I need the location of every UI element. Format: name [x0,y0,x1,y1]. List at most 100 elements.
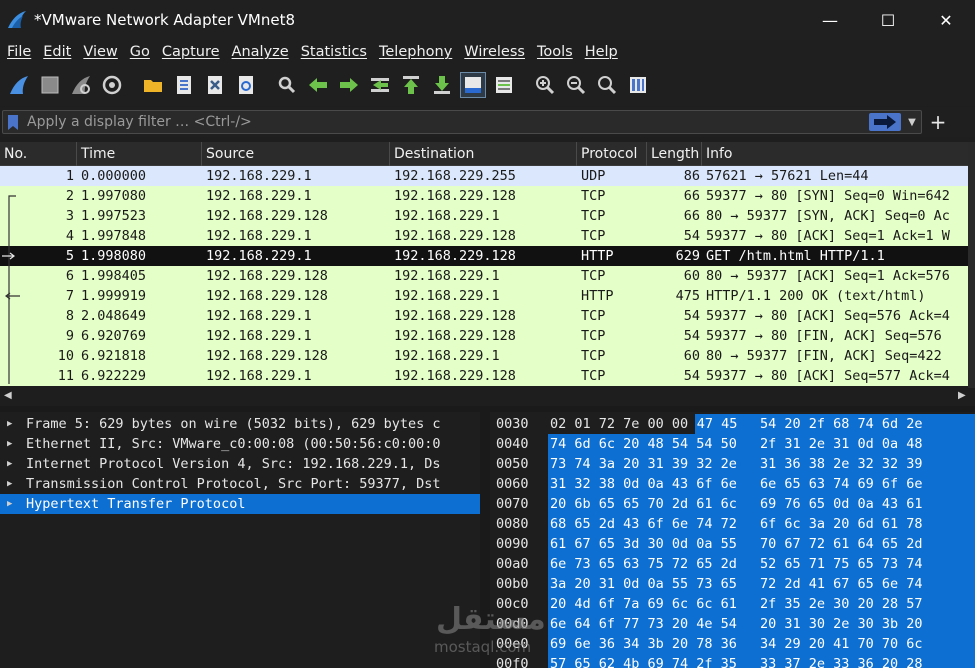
go-first-button[interactable] [398,72,424,98]
packet-row[interactable]: 2 1.997080 192.168.229.1 192.168.229.128 TCP… [0,186,968,206]
menu-analyze[interactable]: Analyze [227,44,294,60]
reload-file-button[interactable] [233,72,259,98]
packet-row[interactable]: 5 1.998080 192.168.229.1 192.168.229.128 HTT… [0,246,968,266]
packet-row[interactable]: 4 1.997848 192.168.229.1 192.168.229.128 TCP… [0,226,968,246]
detail-tree-item[interactable]: ▶ Ethernet II, Src: VMware_c0:00:08 (00:5… [0,434,480,454]
bytes-hex-highlight[interactable]: 72 2d 41 67 65 6e 74 [758,574,975,594]
zoom-normal-button[interactable] [594,72,620,98]
packet-row[interactable]: 10 6.921818 192.168.229.128 192.168.229.1 TC… [0,346,968,366]
packet-cell-proto: TCP [581,228,606,244]
column-time[interactable]: Time [77,142,202,166]
menu-edit[interactable]: Edit [38,44,76,60]
column-no[interactable]: No. [0,142,77,166]
expand-arrow-icon[interactable]: ▶ [7,454,12,474]
autoscroll-button[interactable] [460,72,486,98]
bytes-hex-highlight[interactable]: 73 74 3a 20 31 39 32 2e [548,454,758,474]
display-filter-input[interactable] [27,111,847,133]
go-forward-button[interactable] [336,72,362,98]
add-filter-button[interactable]: + [928,110,948,134]
packet-row[interactable]: 8 2.048649 192.168.229.1 192.168.229.128 TCP… [0,306,968,326]
packet-row[interactable]: 9 6.920769 192.168.229.1 192.168.229.128 TCP… [0,326,968,346]
restart-capture-button[interactable] [68,72,94,98]
bytes-hex-highlight[interactable]: 47 45 [694,414,758,434]
packet-row[interactable]: 11 6.922229 192.168.229.1 192.168.229.128 TC… [0,366,968,386]
bytes-hex-highlight[interactable]: 6e 65 63 74 69 6f 6e [758,474,975,494]
close-window-button[interactable]: ✕ [917,0,975,40]
menu-capture[interactable]: Capture [157,44,225,60]
find-packet-button[interactable] [274,72,300,98]
zoom-in-button[interactable] [532,72,558,98]
bytes-hex-highlight[interactable]: 6e 73 65 63 75 72 65 2d [548,554,758,574]
zoom-out-button[interactable] [563,72,589,98]
go-last-button[interactable] [429,72,455,98]
go-to-packet-button[interactable] [367,72,393,98]
column-protocol[interactable]: Protocol [577,142,647,166]
menu-file[interactable]: File [2,44,36,60]
expand-arrow-icon[interactable]: ▶ [7,494,12,514]
resize-columns-button[interactable] [625,72,651,98]
detail-tree-item[interactable]: ▶ Internet Protocol Version 4, Src: 192.1… [0,454,480,474]
packet-row[interactable]: 3 1.997523 192.168.229.128 192.168.229.1 TCP… [0,206,968,226]
packet-row[interactable]: 1 0.000000 192.168.229.1 192.168.229.255 UDP… [0,166,968,186]
bytes-hex-highlight[interactable]: 69 76 65 0d 0a 43 61 [758,494,975,514]
menu-go[interactable]: Go [125,44,155,60]
column-length[interactable]: Length [647,142,702,166]
column-source[interactable]: Source [202,142,390,166]
column-destination[interactable]: Destination [390,142,577,166]
colorize-button[interactable] [491,72,517,98]
bytes-hex-highlight[interactable]: 68 65 2d 43 6f 6e 74 72 [548,514,758,534]
stop-capture-button[interactable] [37,72,63,98]
bytes-hex-highlight[interactable]: 6e 64 6f 77 73 20 4e 54 [548,614,758,634]
packet-cell-time: 6.921818 [81,348,147,364]
menu-telephony[interactable]: Telephony [374,44,457,60]
go-back-button[interactable] [305,72,331,98]
bytes-hex-highlight[interactable]: 34 29 20 41 70 70 6c [758,634,975,654]
bytes-hex-highlight[interactable]: 33 37 2e 33 36 20 28 [758,654,975,668]
maximize-button[interactable]: ☐ [859,0,917,40]
menu-statistics[interactable]: Statistics [296,44,372,60]
detail-tree-item[interactable]: ▶ Hypertext Transfer Protocol [0,494,480,514]
detail-tree-item[interactable]: ▶ Transmission Control Protocol, Src Port… [0,474,480,494]
save-file-button[interactable] [171,72,197,98]
bytes-hex-highlight[interactable]: 2f 31 2e 31 0d 0a 48 [758,434,975,454]
bytes-hex-highlight[interactable]: 74 6d 6c 20 48 54 54 50 [548,434,758,454]
bytes-hex-highlight[interactable]: 20 31 30 2e 30 3b 20 [758,614,975,634]
packet-list-vertical-scrollbar[interactable] [968,142,975,388]
menu-view[interactable]: View [78,44,122,60]
expand-arrow-icon[interactable]: ▶ [7,414,12,434]
bytes-hex-highlight[interactable]: 69 6e 36 34 3b 20 78 36 [548,634,758,654]
bytes-hex-highlight[interactable]: 52 65 71 75 65 73 74 [758,554,975,574]
bytes-hex-highlight[interactable]: 70 67 72 61 64 65 2d [758,534,975,554]
expand-arrow-icon[interactable]: ▶ [7,434,12,454]
chevron-down-icon[interactable]: ▼ [905,114,919,130]
bytes-hex-highlight[interactable]: 2f 35 2e 30 20 28 57 [758,594,975,614]
capture-options-button[interactable] [99,72,125,98]
bytes-hex-highlight[interactable]: 57 65 62 4b 69 74 2f 35 [548,654,758,668]
detail-tree-item[interactable]: ▶ Frame 5: 629 bytes on wire (5032 bits),… [0,414,480,434]
packet-list-horizontal-scrollbar[interactable]: ◀ ▶ [0,388,975,406]
column-info[interactable]: Info [702,142,968,166]
bytes-hex-highlight[interactable]: 31 36 38 2e 32 32 39 [758,454,975,474]
resize-columns-icon [630,77,646,93]
bytes-hex-highlight[interactable]: 20 4d 6f 7a 69 6c 6c 61 [548,594,758,614]
apply-filter-button[interactable] [869,113,901,131]
bytes-hex-highlight[interactable]: 61 67 65 3d 30 0d 0a 55 [548,534,758,554]
packet-row[interactable]: 6 1.998405 192.168.229.128 192.168.229.1 TCP… [0,266,968,286]
scroll-right-icon[interactable]: ▶ [958,390,966,401]
menu-wireless[interactable]: Wireless [459,44,530,60]
bytes-hex-highlight[interactable]: 3a 20 31 0d 0a 55 73 65 [548,574,758,594]
scroll-left-icon[interactable]: ◀ [4,390,12,401]
bytes-hex-highlight[interactable]: 20 6b 65 65 70 2d 61 6c [548,494,758,514]
menu-help[interactable]: Help [580,44,623,60]
close-file-button[interactable] [202,72,228,98]
bytes-hex-highlight[interactable]: 54 20 2f 68 74 6d 2e [758,414,975,434]
open-file-button[interactable] [140,72,166,98]
packet-row[interactable]: 7 1.999919 192.168.229.128 192.168.229.1 HTT… [0,286,968,306]
minimize-button[interactable]: — [801,0,859,40]
bytes-hex-highlight[interactable]: 31 32 38 0d 0a 43 6f 6e [548,474,758,494]
menu-tools[interactable]: Tools [532,44,578,60]
expand-arrow-icon[interactable]: ▶ [7,474,12,494]
bookmark-icon[interactable] [7,114,19,131]
bytes-hex-highlight[interactable]: 6f 6c 3a 20 6d 61 78 [758,514,975,534]
start-capture-button[interactable] [6,72,32,98]
